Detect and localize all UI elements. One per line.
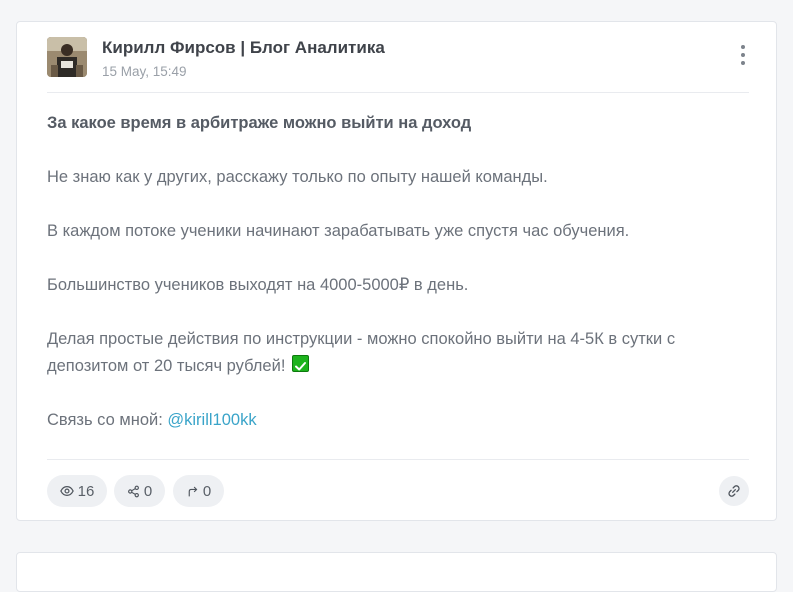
link-icon bbox=[728, 485, 740, 497]
forwards-button[interactable]: 0 bbox=[173, 475, 224, 507]
avatar[interactable] bbox=[47, 37, 87, 77]
views-button[interactable]: 16 bbox=[47, 475, 107, 507]
post-title: За какое время в арбитраже можно выйти н… bbox=[47, 114, 472, 132]
shares-button[interactable]: 0 bbox=[114, 475, 165, 507]
post-card: Кирилл Фирсов | Блог Аналитика 15 May, 1… bbox=[16, 21, 777, 521]
post-paragraph-text: Делая простые действия по инструкции - м… bbox=[47, 330, 676, 375]
author-name[interactable]: Кирилл Фирсов | Блог Аналитика bbox=[102, 38, 385, 58]
forward-arrow-icon bbox=[188, 486, 198, 496]
contact-label: Связь со мной: bbox=[47, 411, 168, 429]
post-paragraph: Большинство учеников выходят на 4000-500… bbox=[47, 276, 469, 294]
post-body: За какое время в арбитраже можно выйти н… bbox=[47, 110, 749, 461]
contact-link[interactable]: @kirill100kk bbox=[167, 411, 256, 429]
check-mark-emoji-icon bbox=[292, 355, 309, 372]
share-nodes-icon bbox=[127, 485, 139, 497]
shares-count: 0 bbox=[143, 482, 153, 500]
views-count: 16 bbox=[77, 482, 95, 500]
post-header: Кирилл Фирсов | Блог Аналитика 15 May, 1… bbox=[47, 37, 749, 93]
post-paragraph: В каждом потоке ученики начинают зарабат… bbox=[47, 222, 630, 240]
footer-divider bbox=[47, 459, 749, 460]
forwards-count: 0 bbox=[202, 482, 212, 500]
eye-icon bbox=[59, 486, 74, 496]
post-paragraph: Не знаю как у других, расскажу только по… bbox=[47, 168, 548, 186]
copy-link-button[interactable] bbox=[719, 476, 749, 506]
contact-line: Связь со мной: @kirill100kk bbox=[47, 407, 749, 434]
next-post-card bbox=[16, 552, 777, 592]
post-date: 15 May, 15:49 bbox=[102, 64, 187, 79]
more-vertical-icon[interactable] bbox=[737, 45, 749, 71]
post-paragraph-with-emoji: Делая простые действия по инструкции - м… bbox=[47, 326, 749, 380]
header-divider bbox=[47, 92, 749, 93]
post-footer: 16 0 0 bbox=[47, 475, 749, 507]
